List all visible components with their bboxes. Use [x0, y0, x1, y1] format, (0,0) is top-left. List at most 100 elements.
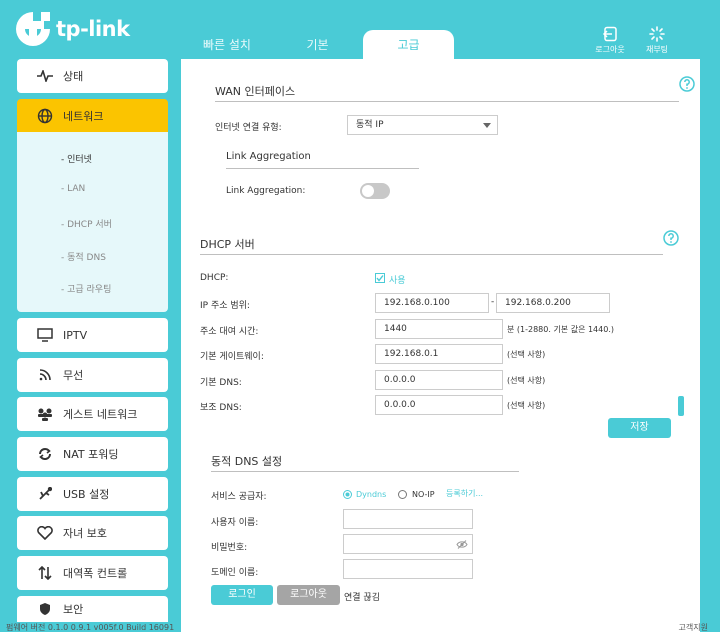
wan-section-title: WAN 인터페이스 — [215, 85, 296, 98]
link-aggregation-divider — [226, 168, 419, 169]
sidebar-item-network[interactable]: 네트워크 — [17, 99, 168, 133]
pulse-icon — [35, 70, 55, 82]
primary-dns-input[interactable]: 0.0.0.0 — [375, 370, 503, 390]
sidebar-item-usb-settings[interactable]: USB 설정 — [17, 477, 168, 511]
logo-text: tp-link — [56, 17, 130, 41]
lease-time-input[interactable]: 1440 — [375, 319, 503, 339]
gateway-label: 기본 게이트웨이: — [200, 352, 264, 362]
lease-time-label: 주소 대여 시간: — [200, 327, 259, 337]
sidebar-item-label: 자녀 보호 — [63, 527, 107, 540]
sidebar-item-wireless[interactable]: 무선 — [17, 358, 168, 392]
submenu-item-advanced-routing[interactable]: - 고급 라우팅 — [61, 282, 111, 295]
toggle-knob — [362, 185, 374, 197]
sidebar-item-label: 대역폭 컨트롤 — [63, 567, 128, 580]
radio-noip-label: NO-IP — [412, 490, 435, 499]
sidebar-item-iptv[interactable]: IPTV — [17, 318, 168, 352]
domain-input[interactable] — [343, 559, 473, 579]
usb-icon — [35, 487, 55, 501]
sidebar-item-parental-control[interactable]: 자녀 보호 — [17, 516, 168, 550]
dhcp-label: DHCP: — [200, 273, 229, 283]
password-input[interactable] — [343, 534, 473, 554]
sidebar-item-guest-network[interactable]: 게스트 네트워크 — [17, 397, 168, 431]
nat-forwarding-icon — [35, 447, 55, 461]
provider-label: 서비스 공급자: — [211, 492, 267, 502]
connection-type-select[interactable]: 동적 IP — [347, 115, 498, 135]
tp-link-logo: tp-link — [14, 10, 134, 50]
ip-range-separator: - — [491, 297, 495, 307]
sidebar-item-label: NAT 포워딩 — [63, 448, 119, 461]
sidebar-item-security[interactable]: 보안 — [17, 596, 168, 622]
gateway-hint: (선택 사항) — [507, 350, 546, 359]
login-button[interactable]: 로그인 — [211, 585, 273, 605]
primary-dns-label: 기본 DNS: — [200, 378, 242, 388]
firmware-version: 펌웨어 버전 0.1.0 0.9.1 v005f.0 Build 16091 — [6, 623, 175, 632]
submenu-item-dhcp-server[interactable]: - DHCP 서버 — [61, 217, 112, 230]
eye-off-icon[interactable] — [456, 540, 468, 549]
sidebar-item-label: 네트워크 — [63, 110, 104, 123]
submenu-item-lan[interactable]: - LAN — [61, 184, 85, 194]
wan-section-divider — [215, 101, 679, 102]
chevron-down-icon — [483, 123, 491, 128]
scrollbar-thumb[interactable] — [678, 396, 684, 416]
sidebar-item-bandwidth-control[interactable]: 대역폭 컨트롤 — [17, 556, 168, 590]
radio-noip[interactable] — [398, 490, 407, 499]
monitor-icon — [35, 328, 55, 342]
ddns-status-text: 연결 끊김 — [344, 593, 380, 603]
help-icon[interactable] — [679, 76, 695, 92]
radio-dyndns[interactable] — [343, 490, 352, 499]
ddns-section-title: 동적 DNS 설정 — [211, 455, 283, 468]
tab-quick-setup[interactable]: 빠른 설치 — [187, 30, 267, 60]
network-submenu: - 인터넷 - LAN - DHCP 서버 - 동적 DNS - 고급 라우팅 — [17, 132, 168, 312]
shield-icon — [35, 602, 55, 616]
sidebar-item-label: 게스트 네트워크 — [63, 408, 138, 421]
logout-button[interactable]: 로그아웃 — [277, 585, 340, 605]
connection-type-value: 동적 IP — [356, 120, 384, 130]
heart-icon — [35, 526, 55, 540]
link-aggregation-title: Link Aggregation — [226, 151, 311, 162]
sidebar-item-label: 상태 — [63, 70, 84, 83]
link-aggregation-toggle[interactable] — [360, 183, 390, 199]
dhcp-section-title: DHCP 서버 — [200, 238, 255, 251]
secondary-dns-input[interactable]: 0.0.0.0 — [375, 395, 503, 415]
ip-range-start-input[interactable]: 192.168.0.100 — [375, 293, 489, 313]
secondary-dns-label: 보조 DNS: — [200, 403, 242, 413]
dhcp-enable-checkbox[interactable] — [375, 273, 385, 283]
logout-icon — [602, 26, 617, 42]
lease-time-hint: 분 (1-2880. 기본 값은 1440.) — [507, 325, 614, 334]
submenu-item-internet[interactable]: - 인터넷 — [61, 152, 92, 165]
logout-header-button[interactable]: 로그아웃 — [590, 26, 630, 55]
submenu-item-dynamic-dns[interactable]: - 동적 DNS — [61, 250, 106, 263]
tp-link-logo-mark — [16, 12, 50, 46]
globe-icon — [35, 108, 55, 124]
save-button[interactable]: 저장 — [608, 418, 671, 438]
register-link[interactable]: 등록하기... — [446, 488, 483, 499]
tab-advanced[interactable]: 고급 — [363, 30, 454, 60]
connection-type-label: 인터넷 연결 유형: — [215, 123, 282, 133]
dhcp-section-divider — [200, 254, 663, 255]
ip-range-end-input[interactable]: 192.168.0.200 — [496, 293, 610, 313]
username-label: 사용자 이름: — [211, 518, 259, 528]
reboot-button[interactable]: 재부팅 — [637, 26, 677, 55]
support-link[interactable]: 고객지원 — [679, 622, 708, 632]
password-label: 비밀번호: — [211, 543, 248, 553]
reboot-icon — [649, 26, 665, 42]
tab-basic[interactable]: 기본 — [280, 30, 355, 60]
sidebar-item-nat-forwarding[interactable]: NAT 포워딩 — [17, 437, 168, 471]
username-input[interactable] — [343, 509, 473, 529]
reboot-label: 재부팅 — [645, 45, 669, 54]
sidebar-item-label: USB 설정 — [63, 488, 110, 501]
sidebar-item-label: IPTV — [63, 328, 88, 342]
main-panel: WAN 인터페이스 인터넷 연결 유형: 동적 IP Link Aggregat… — [181, 59, 700, 632]
primary-dns-hint: (선택 사항) — [507, 376, 546, 385]
gateway-input[interactable]: 192.168.0.1 — [375, 344, 503, 364]
help-icon[interactable] — [663, 230, 679, 246]
sidebar-item-status[interactable]: 상태 — [17, 59, 168, 93]
ip-range-label: IP 주소 범위: — [200, 301, 250, 311]
sidebar-item-label: 무선 — [63, 369, 84, 382]
radio-dyndns-label: Dyndns — [356, 490, 387, 499]
guest-users-icon — [35, 407, 55, 421]
footer: 펌웨어 버전 0.1.0 0.9.1 v005f.0 Build 16091 고… — [0, 622, 720, 632]
link-aggregation-label: Link Aggregation: — [226, 186, 306, 196]
wifi-icon — [35, 368, 55, 382]
ddns-section-divider — [211, 471, 519, 472]
